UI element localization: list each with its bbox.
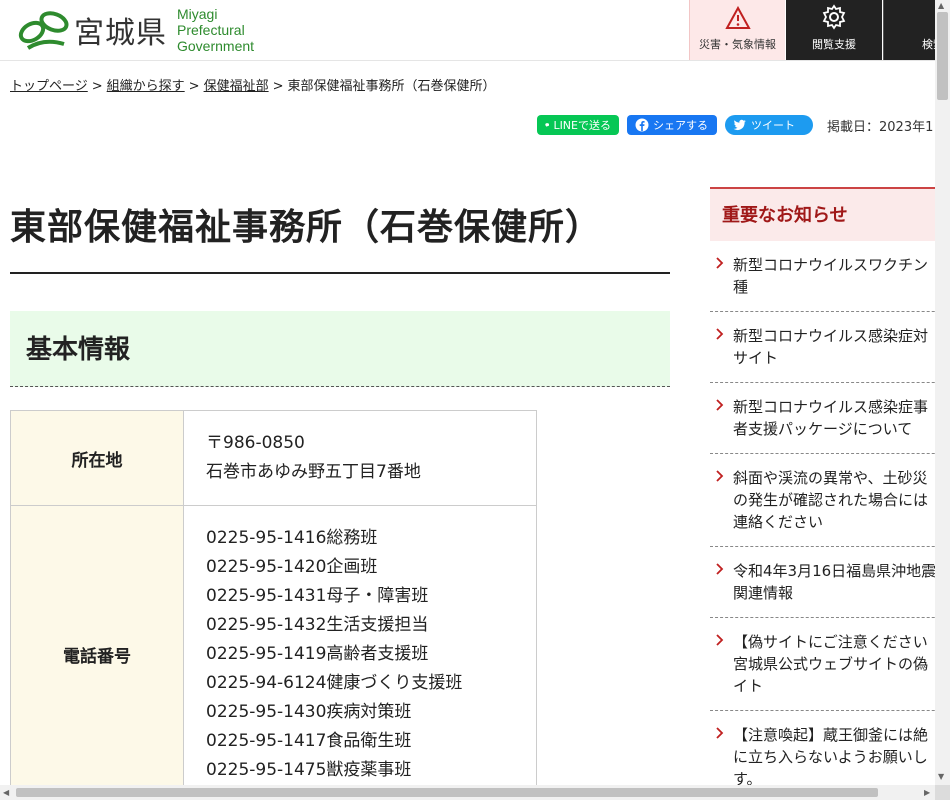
- list-item[interactable]: 【偽サイトにご注意ください 宮城県公式ウェブサイトの偽 イト: [710, 618, 935, 711]
- scroll-up-arrow-icon[interactable]: ▲: [938, 1, 944, 10]
- gear-icon: [822, 4, 846, 30]
- line-share-button[interactable]: LINEで送る: [537, 115, 619, 135]
- share-bar: LINEで送る シェアする ツイート 掲載日：2023年1: [537, 115, 933, 135]
- page-viewport: 宮城県 Miyagi Prefectural Government 災害・気象情…: [0, 0, 935, 785]
- twitter-bird-icon: [733, 119, 746, 131]
- phone-label: 電話番号: [10, 505, 184, 785]
- scroll-down-arrow-icon[interactable]: ▼: [938, 772, 944, 781]
- disaster-info-button[interactable]: 災害・気象情報: [689, 0, 785, 60]
- breadcrumb-current: 東部保健福祉事務所（石巻保健所）: [287, 79, 496, 94]
- chevron-right-icon: [716, 563, 724, 575]
- scroll-right-arrow-icon[interactable]: ▶: [924, 788, 930, 797]
- search-menu-button[interactable]: 検索メ: [883, 0, 935, 60]
- site-header: 宮城県 Miyagi Prefectural Government 災害・気象情…: [0, 0, 935, 61]
- chevron-right-icon: [716, 399, 724, 411]
- disaster-info-label: 災害・気象情報: [699, 38, 776, 51]
- breadcrumb-separator: >: [272, 79, 284, 94]
- horizontal-scrollbar-thumb[interactable]: [16, 788, 878, 797]
- vertical-scrollbar-thumb[interactable]: [937, 12, 948, 100]
- search-menu-label: 検索メ: [922, 38, 935, 51]
- list-item[interactable]: 新型コロナウイルス感染症対 サイト: [710, 312, 935, 383]
- address-label: 所在地: [10, 410, 184, 506]
- twitter-tweet-button[interactable]: ツイート: [725, 115, 813, 135]
- facebook-share-button[interactable]: シェアする: [627, 115, 717, 135]
- posted-date: 掲載日：2023年1: [827, 119, 934, 135]
- chevron-right-icon: [716, 727, 724, 739]
- horizontal-scrollbar[interactable]: ◀ ▶: [0, 785, 935, 800]
- vertical-scrollbar[interactable]: ▲ ▼: [935, 0, 950, 785]
- page-title: 東部保健福祉事務所（石巻保健所）: [10, 198, 670, 274]
- section-heading-basic-info: 基本情報: [10, 311, 670, 387]
- breadcrumb-link-top[interactable]: トップページ: [10, 79, 88, 94]
- breadcrumb-separator: >: [91, 79, 103, 94]
- breadcrumb-link-health-welfare[interactable]: 保健福祉部: [204, 79, 269, 94]
- scrollbar-corner: [935, 785, 950, 800]
- table-row: 電話番号 0225-95-1416総務班 0225-95-1420企画班 022…: [10, 505, 537, 785]
- list-item[interactable]: 令和4年3月16日福島県沖地震 関連情報: [710, 547, 935, 618]
- phone-number: 0225-95-1432生活支援担当: [206, 615, 429, 635]
- chevron-right-icon: [716, 634, 724, 646]
- facebook-logo-icon: [635, 118, 649, 132]
- chevron-right-icon: [716, 470, 724, 482]
- line-logo-icon: [545, 123, 550, 127]
- phone-number: 0225-95-1420企画班: [206, 557, 378, 577]
- accessibility-label: 閲覧支援: [812, 38, 856, 51]
- table-row: 所在地 〒986-0850 石巻市あゆみ野五丁目7番地: [10, 410, 537, 506]
- list-item[interactable]: 新型コロナウイルス感染症事 者支援パッケージについて: [710, 383, 935, 454]
- accessibility-button[interactable]: 閲覧支援: [786, 0, 882, 60]
- phone-number: 0225-95-1417食品衛生班: [206, 731, 412, 751]
- breadcrumb-link-organization[interactable]: 組織から探す: [107, 79, 185, 94]
- phone-number: 0225-94-6124健康づくり支援班: [206, 673, 463, 693]
- logo-japanese-name: 宮城県: [74, 16, 167, 51]
- phone-number: 0225-95-1475獣疫薬事班: [206, 760, 412, 780]
- phone-number: 0225-95-1416総務班: [206, 528, 378, 548]
- breadcrumb-separator: >: [188, 79, 200, 94]
- chevron-right-icon: [716, 257, 724, 269]
- breadcrumb: トップページ > 組織から探す > 保健福祉部 > 東部保健福祉事務所（石巻保健所）: [10, 75, 496, 94]
- list-item[interactable]: 【注意喚起】蔵王御釜には絶 に立ち入らないようお願いし す。: [710, 711, 935, 785]
- important-notices-sidebar: 重要なお知らせ 新型コロナウイルスワクチン 種 新型コロナウイルス感染症対 サイ…: [710, 187, 935, 785]
- phone-list: 0225-95-1416総務班 0225-95-1420企画班 0225-95-…: [183, 505, 537, 785]
- phone-number: 0225-95-1430疾病対策班: [206, 702, 412, 722]
- phone-number: 0225-95-1431母子・障害班: [206, 586, 429, 606]
- address-value: 〒986-0850 石巻市あゆみ野五丁目7番地: [183, 410, 537, 506]
- list-item[interactable]: 新型コロナウイルスワクチン 種: [710, 241, 935, 312]
- search-menu-icon: [909, 4, 936, 30]
- important-notices-list: 新型コロナウイルスワクチン 種 新型コロナウイルス感染症対 サイト 新型コロナウ…: [710, 241, 935, 785]
- warning-triangle-icon: [724, 6, 751, 29]
- prefecture-logo-icon: [18, 11, 69, 50]
- site-logo[interactable]: 宮城県 Miyagi Prefectural Government: [18, 6, 254, 54]
- list-item[interactable]: 斜面や渓流の異常や、土砂災 の発生が確認された場合には 連絡ください: [710, 454, 935, 547]
- basic-info-table: 所在地 〒986-0850 石巻市あゆみ野五丁目7番地 電話番号 0225-95…: [10, 410, 537, 785]
- scroll-left-arrow-icon[interactable]: ◀: [3, 788, 9, 797]
- important-notices-title: 重要なお知らせ: [710, 187, 935, 241]
- logo-english-name: Miyagi Prefectural Government: [177, 6, 255, 54]
- chevron-right-icon: [716, 328, 724, 340]
- phone-number: 0225-95-1419高齢者支援班: [206, 644, 429, 664]
